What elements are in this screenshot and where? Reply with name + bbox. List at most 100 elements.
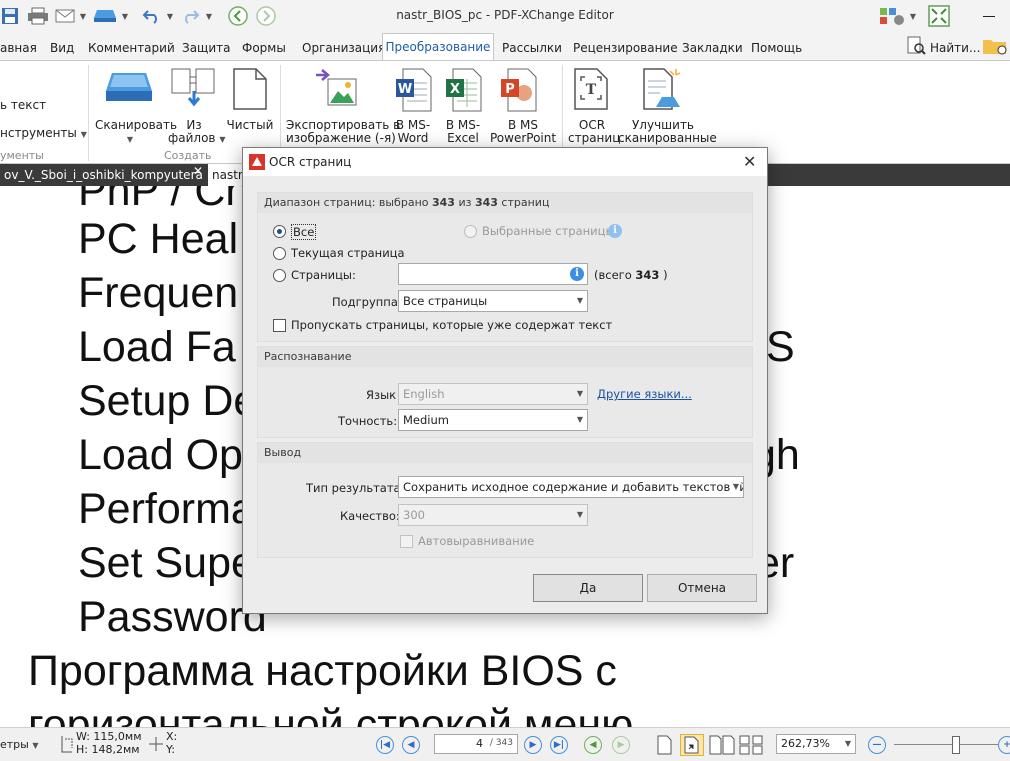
scan-button[interactable]: Сканировать ▼	[95, 119, 177, 146]
tab-forms[interactable]: Формы	[242, 37, 286, 59]
ok-button[interactable]: Да	[533, 574, 643, 602]
facing-continuous-view-icon[interactable]	[738, 734, 766, 756]
range-all-label[interactable]: Все	[291, 224, 317, 240]
range-all-radio[interactable]	[273, 225, 286, 238]
tab-comment[interactable]: Комментарий	[88, 37, 175, 59]
tab-home[interactable]: авная	[0, 37, 37, 59]
fullscreen-icon[interactable]	[926, 4, 952, 28]
blank-page-icon[interactable]	[232, 67, 268, 114]
enhance-scan-icon[interactable]	[640, 67, 684, 114]
options-icon[interactable]	[878, 4, 906, 28]
export-image-button[interactable]: Экспортировать в изображение (-я)	[286, 119, 400, 145]
language-select[interactable]: English ▼	[398, 383, 588, 405]
zoom-slider-track[interactable]	[894, 744, 998, 745]
tab-organize[interactable]: Организация	[302, 37, 385, 59]
range-pages-radio[interactable]	[273, 269, 286, 282]
selected-info-icon[interactable]: i	[608, 224, 622, 238]
minimize-button[interactable]	[974, 4, 1004, 28]
page-number-input[interactable]: 4 / 343	[434, 734, 518, 754]
result-type-label: Тип результата:	[306, 481, 405, 495]
app-logo-icon	[249, 154, 265, 173]
zoom-slider-handle[interactable]	[952, 736, 960, 754]
facing-view-icon[interactable]	[708, 734, 736, 756]
from-files-button[interactable]: Из файлов ▼	[168, 119, 225, 146]
single-page-view-icon[interactable]	[654, 734, 674, 756]
range-current-label[interactable]: Текущая страница	[291, 246, 405, 260]
nav-back-button[interactable]: ◀	[584, 736, 602, 754]
nav-forward-button[interactable]: ▶	[612, 736, 630, 754]
ocr-dialog: OCR страниц ✕ Диапазон страниц: выбрано …	[242, 147, 768, 614]
window-title: nastr_BIOS_pc - PDF-XChange Editor	[396, 8, 614, 22]
ribbon-partial-group: ументы	[0, 149, 44, 162]
dialog-title-bar[interactable]: OCR страниц ✕	[243, 148, 767, 176]
powerpoint-icon[interactable]: P	[500, 67, 538, 116]
dimensions-icon	[60, 734, 74, 757]
accuracy-select[interactable]: Medium ▼	[398, 409, 588, 431]
from-files-icon[interactable]	[170, 67, 218, 114]
export-image-icon[interactable]	[312, 67, 360, 114]
range-pages-label[interactable]: Страницы:	[291, 268, 356, 282]
recognition-header: Распознавание	[264, 350, 352, 363]
menu-bar: авная Вид Комментарий Защита Формы Орган…	[0, 32, 1010, 60]
tab-protect[interactable]: Защита	[182, 37, 231, 59]
other-languages-link[interactable]: Другие языки...	[597, 387, 692, 401]
doc-tab-close-icon[interactable]: ✕	[193, 164, 203, 178]
create-group-label: Создать	[164, 149, 212, 162]
word-icon[interactable]: W	[395, 67, 433, 116]
page-range-header: Диапазон страниц: выбрано 343 из 343 стр…	[264, 196, 550, 209]
to-powerpoint-button[interactable]: В MS PowerPoint	[490, 119, 556, 145]
tab-help[interactable]: Помощь	[751, 37, 802, 59]
tab-bookmarks[interactable]: Закладки	[682, 37, 743, 59]
quality-select[interactable]: 300 ▼	[398, 504, 588, 526]
ribbon-partial-item-1[interactable]: ь текст	[0, 99, 46, 112]
cancel-button[interactable]: Отмена	[647, 574, 757, 602]
range-selected-label[interactable]: Выбранные страницы	[482, 224, 615, 238]
prev-page-button[interactable]: ◀	[402, 736, 420, 754]
zoom-in-button[interactable]: +	[998, 736, 1010, 754]
total-pages-note: (всего 343 )	[594, 268, 668, 282]
page-height: H: 148,2мм	[76, 743, 140, 756]
enhance-scans-button[interactable]: Улучшить сканированные	[618, 119, 717, 145]
scanner-icon[interactable]	[104, 67, 154, 110]
folder-search-icon[interactable]	[982, 36, 1008, 59]
status-options[interactable]: етры ▼	[0, 738, 39, 751]
blank-button[interactable]: Чистый	[226, 119, 274, 132]
ribbon-partial-item-2[interactable]: нструменты ▼	[0, 127, 87, 141]
first-page-button[interactable]: |◀	[376, 736, 394, 754]
tab-convert[interactable]: Преобразование	[382, 33, 494, 61]
svg-text:X: X	[450, 82, 460, 97]
excel-icon[interactable]: X	[445, 67, 483, 116]
pages-input[interactable]	[398, 263, 588, 285]
pages-info-icon[interactable]: i	[570, 267, 584, 281]
autoalign-label[interactable]: Автовыравнивание	[418, 534, 534, 548]
ocr-icon[interactable]: T	[573, 67, 609, 114]
tab-review[interactable]: Рецензирование	[573, 37, 678, 59]
skip-text-checkbox[interactable]	[273, 319, 286, 332]
result-type-select[interactable]: Сохранить исходное содержание и добавить…	[398, 476, 744, 498]
range-selected-radio[interactable]	[464, 225, 477, 238]
status-bar: етры ▼ W: 115,0мм H: 148,2мм X: Y: |◀ ◀ …	[0, 727, 1010, 761]
zoom-input[interactable]: 262,73% ▼	[776, 734, 856, 754]
doc-tab-1[interactable]: ov_V._Sboi_i_oshibki_kompyutera *	[0, 164, 206, 186]
autoalign-checkbox[interactable]	[400, 535, 413, 548]
ocr-pages-button[interactable]: OCR страниц	[568, 119, 620, 145]
next-page-button[interactable]: ▶	[524, 736, 542, 754]
skip-text-label[interactable]: Пропускать страницы, которые уже содержа…	[291, 318, 612, 332]
last-page-button[interactable]: ▶|	[550, 736, 568, 754]
options-dropdown-icon[interactable]: ▼	[908, 4, 918, 28]
svg-text:P: P	[505, 82, 515, 97]
language-label: Язык	[366, 388, 397, 402]
continuous-view-icon[interactable]	[680, 734, 704, 756]
tab-mailings[interactable]: Рассылки	[502, 37, 562, 59]
subset-select[interactable]: Все страницы ▼	[398, 290, 588, 312]
dialog-close-icon[interactable]: ✕	[743, 152, 756, 171]
doc-line: Load Op	[78, 431, 243, 479]
to-word-button[interactable]: В MS- Word	[390, 119, 436, 145]
find-button[interactable]: Найти...	[930, 37, 980, 59]
to-excel-button[interactable]: В MS- Excel	[440, 119, 486, 145]
svg-text:W: W	[398, 82, 412, 97]
tab-view[interactable]: Вид	[50, 37, 74, 59]
zoom-out-button[interactable]: —	[868, 736, 886, 754]
cursor-x: X:	[166, 730, 178, 743]
range-current-radio[interactable]	[273, 247, 286, 260]
